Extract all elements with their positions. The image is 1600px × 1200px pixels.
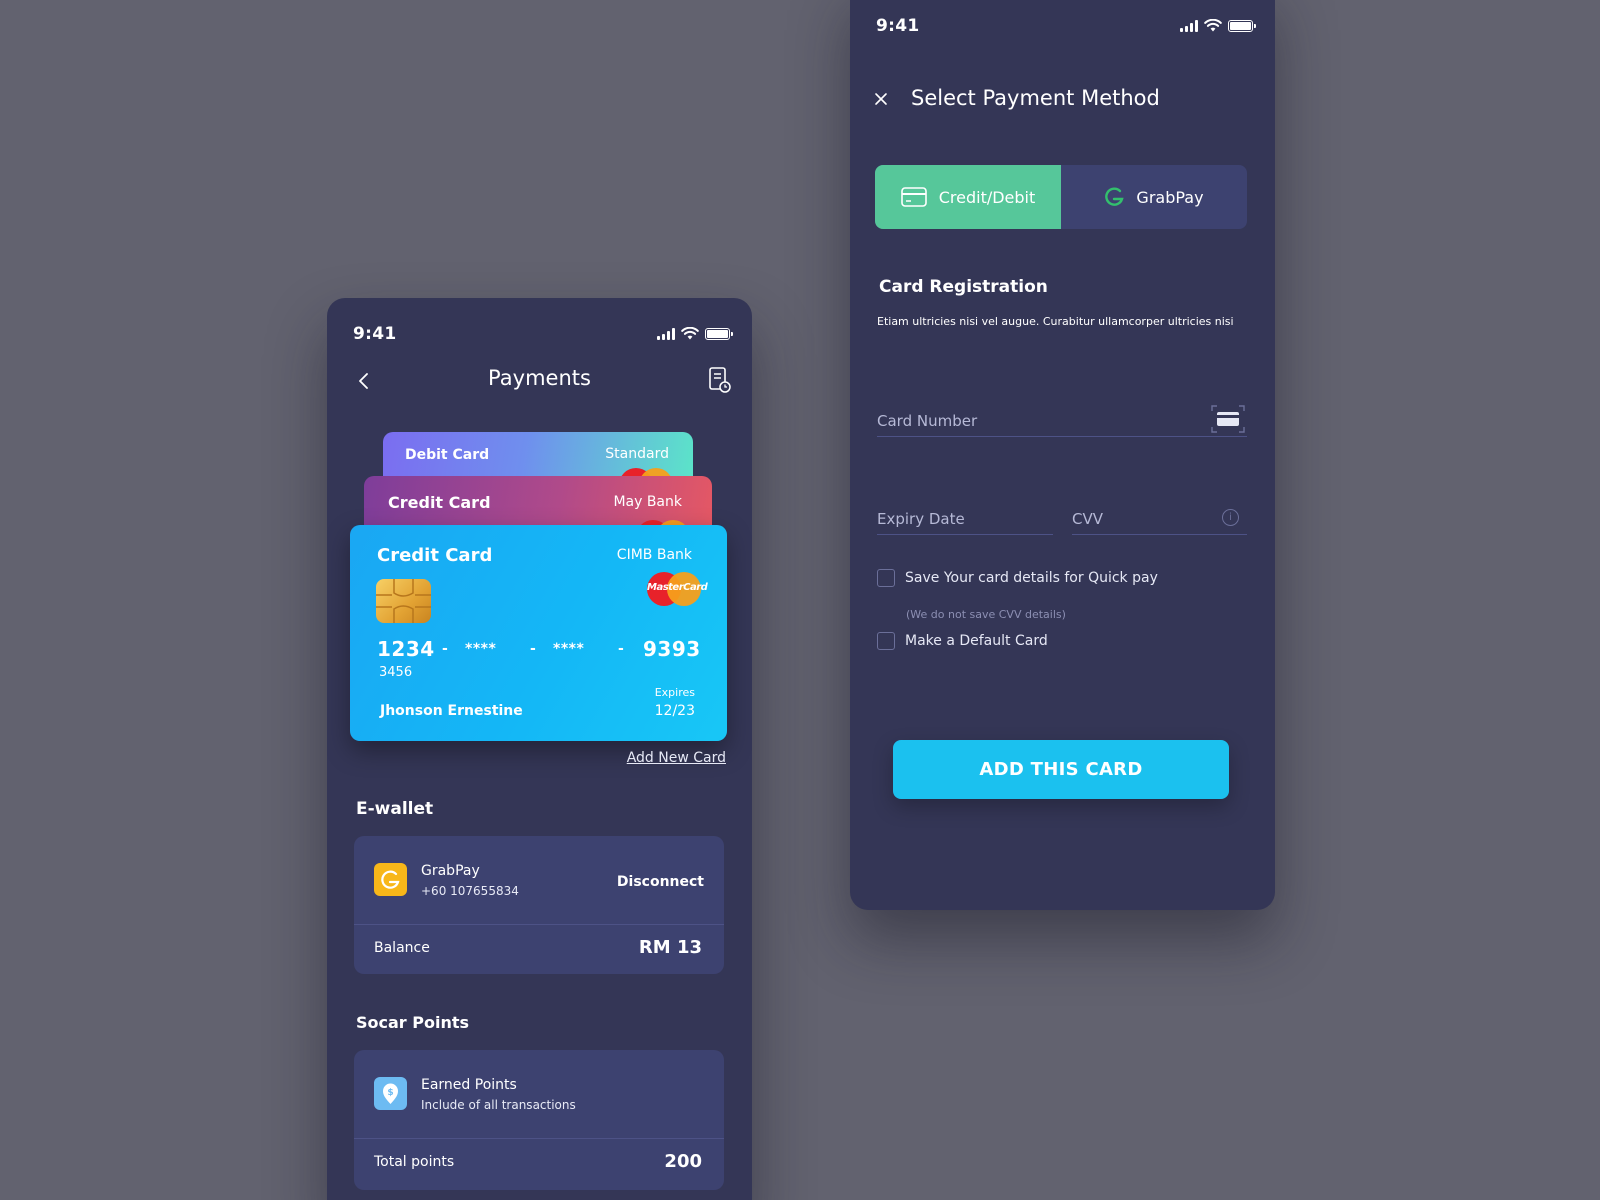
card-type: Credit Card	[377, 545, 493, 566]
status-time: 9:41	[876, 16, 920, 36]
svg-text:$: $	[387, 1088, 393, 1098]
card-number-group-1: 1234	[377, 637, 435, 661]
expires-value: 12/23	[654, 703, 695, 719]
tab-label: Credit/Debit	[938, 187, 1036, 207]
wifi-icon	[681, 327, 699, 340]
save-card-checkbox[interactable]	[877, 569, 895, 587]
wifi-icon	[1204, 19, 1222, 32]
card-number-sep: -	[618, 641, 625, 657]
battery-icon	[1228, 19, 1256, 32]
cvv-input[interactable]	[1072, 503, 1247, 534]
payment-method-tabs: Credit/Debit GrabPay	[875, 165, 1247, 229]
payments-screen: 9:41 Payments Debit Card Standard Credit…	[327, 298, 752, 1200]
credit-card-icon	[900, 187, 927, 207]
payment-method-screen: 9:41 Select Payment Method Credit/Debit	[850, 0, 1275, 910]
save-card-checkbox-row[interactable]: Save Your card details for Quick pay	[877, 569, 1158, 587]
page-title: Payments	[488, 366, 591, 390]
points-title: Socar Points	[356, 1013, 470, 1032]
status-bar: 9:41	[850, 16, 1275, 46]
card-chip-icon	[376, 579, 431, 623]
default-card-label: Make a Default Card	[905, 633, 1048, 649]
card-type: Credit Card	[388, 493, 491, 512]
credit-card-cimb[interactable]: Credit Card CIMB Bank MasterCard 1234 - …	[350, 525, 727, 741]
card-bank: May Bank	[613, 494, 682, 510]
balance-label: Balance	[374, 940, 430, 956]
cvv-note: (We do not save CVV details)	[906, 608, 1066, 621]
status-bar: 9:41	[327, 324, 752, 354]
card-scan-icon[interactable]	[1211, 405, 1245, 433]
mastercard-logo-icon: MasterCard	[647, 572, 708, 606]
divider	[354, 1138, 724, 1139]
expiry-date-input[interactable]	[877, 503, 1053, 534]
card-holder: Jhonson Ernestine	[380, 703, 523, 719]
close-icon[interactable]	[872, 90, 890, 108]
card-number-sep: -	[530, 641, 537, 657]
add-this-card-button[interactable]: ADD THIS CARD	[893, 740, 1229, 799]
grab-logo-icon	[1105, 187, 1125, 206]
dollar-pin-icon: $	[374, 1077, 407, 1110]
signal-icon	[1180, 19, 1198, 32]
total-points-value: 200	[664, 1151, 702, 1172]
points-name: Earned Points	[421, 1077, 517, 1093]
ewallet-title: E-wallet	[356, 799, 434, 819]
divider	[354, 924, 724, 925]
ewallet-provider: GrabPay	[421, 863, 480, 879]
card-number-input[interactable]	[877, 405, 1247, 436]
tab-grabpay[interactable]: GrabPay	[1061, 165, 1247, 229]
signal-icon	[657, 327, 675, 340]
registration-description: Etiam ultricies nisi vel augue. Curabitu…	[877, 315, 1234, 328]
card-number-extra: 3456	[379, 665, 413, 680]
tab-credit-debit[interactable]: Credit/Debit	[875, 165, 1061, 229]
card-number-group-4: 9393	[643, 637, 701, 661]
ewallet-panel: GrabPay +60 107655834 Disconnect Balance…	[354, 836, 724, 974]
default-card-checkbox-row[interactable]: Make a Default Card	[877, 632, 1048, 650]
cvv-field: i	[1072, 503, 1247, 535]
default-card-checkbox[interactable]	[877, 632, 895, 650]
card-number-field	[877, 405, 1247, 437]
add-new-card-link[interactable]: Add New Card	[627, 750, 726, 766]
sheet-title: Select Payment Method	[911, 86, 1160, 110]
balance-value: RM 13	[638, 937, 702, 958]
nav-header: Payments	[327, 366, 752, 400]
expiry-date-field	[877, 503, 1053, 535]
registration-title: Card Registration	[879, 277, 1048, 297]
battery-icon	[705, 327, 733, 340]
card-bank: CIMB Bank	[616, 547, 692, 563]
receipt-clock-icon[interactable]	[708, 366, 732, 394]
card-bank: Standard	[605, 446, 669, 462]
ewallet-phone: +60 107655834	[421, 884, 519, 898]
card-type: Debit Card	[405, 447, 490, 463]
expires-label: Expires	[654, 686, 695, 699]
card-number-group-3: ****	[553, 641, 585, 657]
card-number-group-2: ****	[465, 641, 497, 657]
points-panel: $ Earned Points Include of all transacti…	[354, 1050, 724, 1190]
total-points-label: Total points	[374, 1154, 455, 1170]
status-time: 9:41	[353, 324, 397, 344]
disconnect-button[interactable]: Disconnect	[617, 874, 704, 890]
save-card-label: Save Your card details for Quick pay	[905, 570, 1158, 586]
card-number-sep: -	[442, 641, 449, 657]
info-icon[interactable]: i	[1222, 509, 1239, 526]
tab-label: GrabPay	[1136, 187, 1204, 207]
grab-logo-icon	[374, 863, 407, 896]
points-sub: Include of all transactions	[421, 1098, 576, 1112]
